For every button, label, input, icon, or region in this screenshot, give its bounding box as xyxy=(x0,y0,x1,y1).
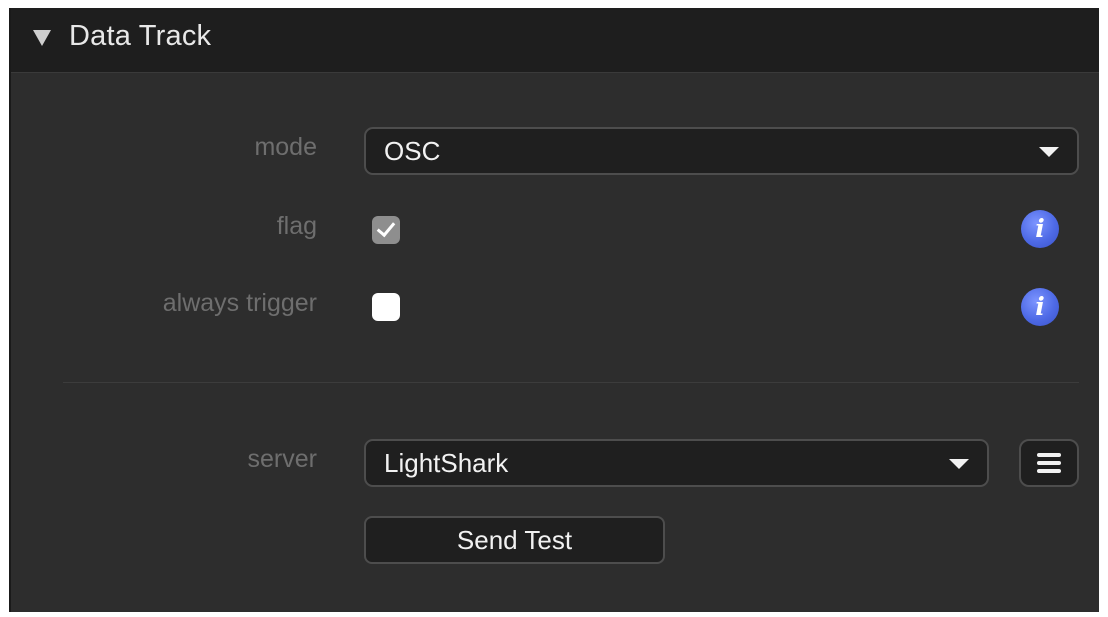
checkmark-icon xyxy=(376,217,396,238)
triangle-down-icon[interactable] xyxy=(33,30,51,46)
server-label: server xyxy=(247,445,317,473)
flag-label: flag xyxy=(276,212,317,240)
window-frame: Data Track mode OSC flag i always trigge… xyxy=(0,0,1108,617)
divider xyxy=(63,382,1079,383)
data-track-panel: Data Track mode OSC flag i always trigge… xyxy=(9,8,1099,612)
always-trigger-checkbox[interactable] xyxy=(372,293,400,321)
info-icon[interactable]: i xyxy=(1021,210,1059,248)
section-header[interactable]: Data Track xyxy=(11,8,1099,73)
server-menu-button[interactable] xyxy=(1019,439,1079,487)
mode-select[interactable]: OSC xyxy=(364,127,1079,175)
mode-label: mode xyxy=(254,133,317,161)
mode-select-value: OSC xyxy=(384,136,441,166)
send-test-button[interactable]: Send Test xyxy=(364,516,665,564)
always-trigger-label: always trigger xyxy=(162,289,317,317)
server-select[interactable]: LightShark xyxy=(364,439,989,487)
chevron-down-icon xyxy=(949,459,969,469)
section-title: Data Track xyxy=(69,20,212,52)
flag-checkbox[interactable] xyxy=(372,216,400,244)
info-icon[interactable]: i xyxy=(1021,288,1059,326)
chevron-down-icon xyxy=(1039,147,1059,157)
server-select-value: LightShark xyxy=(384,448,509,478)
